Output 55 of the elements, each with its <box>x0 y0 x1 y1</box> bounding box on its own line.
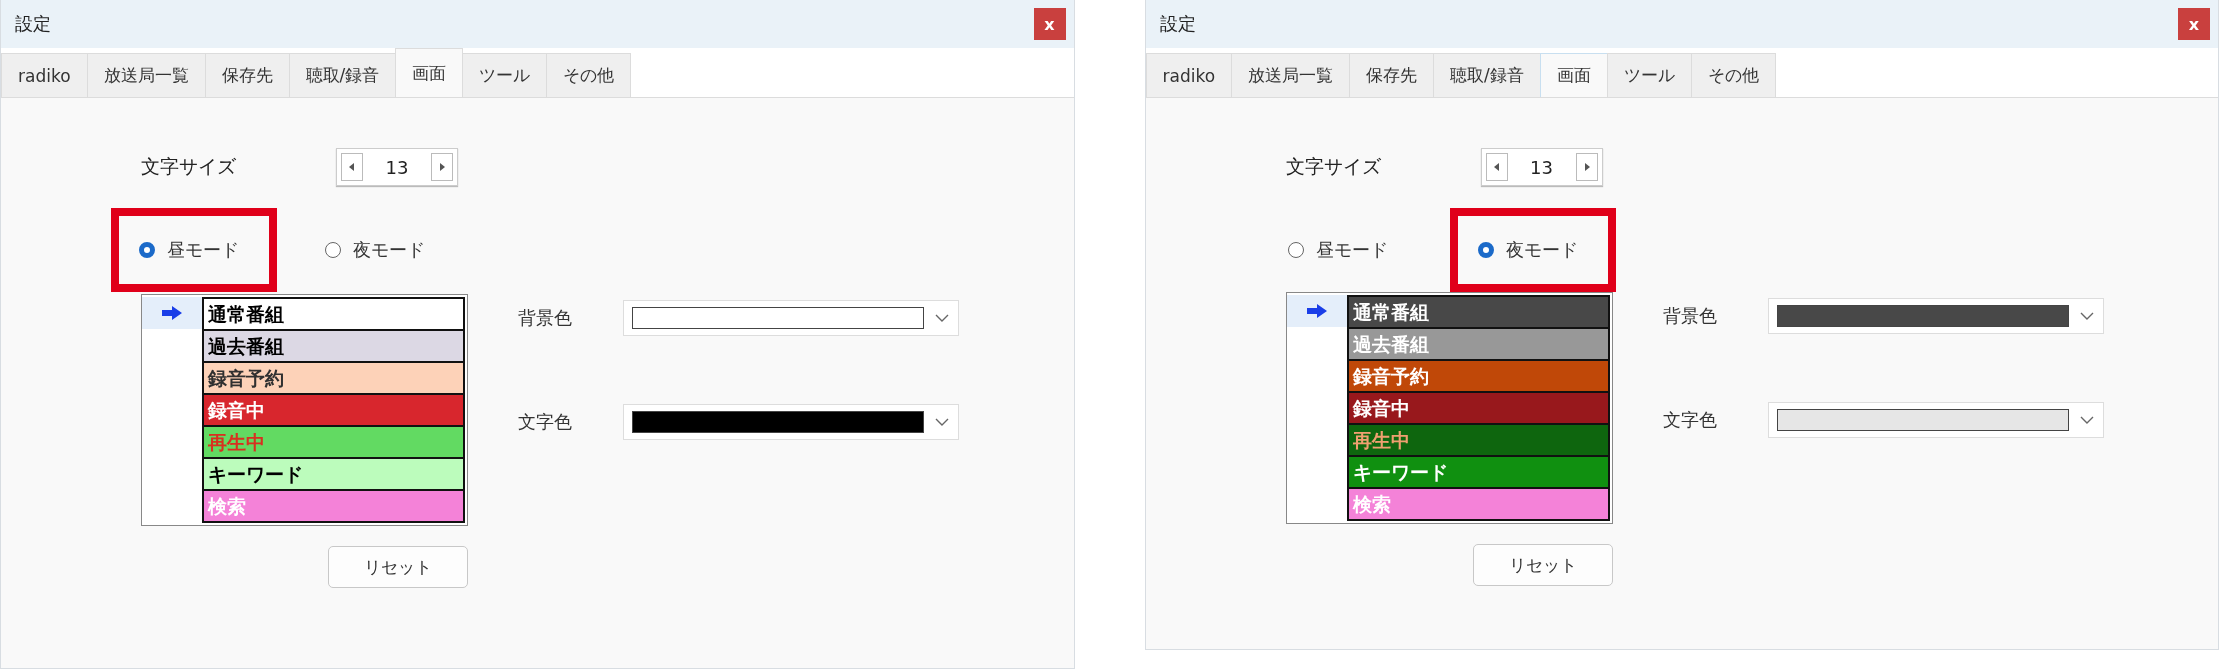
background-color-dropdown[interactable] <box>623 300 959 336</box>
tab[interactable]: 放送局一覧 <box>86 53 206 97</box>
color-list-item[interactable]: キーワード <box>202 457 465 491</box>
color-list-item[interactable]: 録音中 <box>202 393 465 427</box>
tab[interactable]: 保存先 <box>204 53 290 97</box>
increase-icon[interactable] <box>431 153 453 181</box>
text-color-label: 文字色 <box>518 410 573 434</box>
chevron-down-icon <box>934 313 950 323</box>
tab[interactable]: 保存先 <box>1349 53 1435 97</box>
mode-radio[interactable]: 昼モード <box>1259 208 1426 292</box>
arrow-icon <box>161 305 183 321</box>
close-button[interactable]: x <box>1033 8 1066 40</box>
chevron-down-icon <box>2078 311 2095 321</box>
tab[interactable]: radiko <box>1 53 88 97</box>
color-list-item[interactable]: 過去番組 <box>202 329 465 363</box>
color-list-item[interactable]: 録音予約 <box>1346 359 1610 393</box>
text-color-label: 文字色 <box>1662 408 1718 432</box>
mode-radio[interactable]: 昼モード <box>111 208 277 292</box>
font-size-label: 文字サイズ <box>1285 154 1382 179</box>
tab[interactable]: 放送局一覧 <box>1231 53 1351 97</box>
text-color-dropdown[interactable] <box>1767 402 2104 438</box>
increase-icon[interactable] <box>1575 153 1598 181</box>
window-title: 設定 <box>15 12 51 36</box>
reset-button[interactable]: リセット <box>1472 544 1613 586</box>
window-title: 設定 <box>1159 12 1196 36</box>
color-list-item[interactable]: 録音中 <box>1346 391 1610 425</box>
tab[interactable]: ツール <box>462 53 548 97</box>
tab[interactable]: ツール <box>1606 53 1692 97</box>
font-size-stepper[interactable]: 13 <box>1480 148 1603 186</box>
tab[interactable]: その他 <box>546 53 632 97</box>
close-button[interactable]: x <box>2178 8 2210 40</box>
arrow-icon <box>1305 303 1328 319</box>
tab[interactable]: 画面 <box>1539 53 1608 97</box>
tab[interactable]: 聴取/録音 <box>288 53 397 97</box>
mode-radio[interactable]: 夜モード <box>297 208 463 292</box>
background-color-dropdown[interactable] <box>1767 298 2104 334</box>
tab[interactable]: その他 <box>1690 53 1776 97</box>
background-color-label: 背景色 <box>1662 304 1718 328</box>
tab[interactable]: radiko <box>1145 53 1233 97</box>
chevron-down-icon <box>2078 415 2095 425</box>
tab[interactable]: 画面 <box>395 48 464 97</box>
background-color-label: 背景色 <box>518 306 573 330</box>
font-size-label: 文字サイズ <box>141 154 237 179</box>
color-list-item[interactable]: 録音予約 <box>202 361 465 395</box>
decrease-icon[interactable] <box>1485 153 1508 181</box>
font-size-stepper[interactable]: 13 <box>336 148 458 186</box>
reset-button[interactable]: リセット <box>328 546 468 588</box>
text-color-dropdown[interactable] <box>623 404 959 440</box>
color-list-item[interactable]: 通常番組 <box>202 297 465 331</box>
color-list-item[interactable]: キーワード <box>1346 455 1610 489</box>
color-list-item[interactable]: 通常番組 <box>1346 295 1610 329</box>
mode-radio[interactable]: 夜モード <box>1449 208 1616 292</box>
tab[interactable]: 聴取/録音 <box>1433 53 1541 97</box>
chevron-down-icon <box>934 417 950 427</box>
decrease-icon[interactable] <box>341 153 363 181</box>
